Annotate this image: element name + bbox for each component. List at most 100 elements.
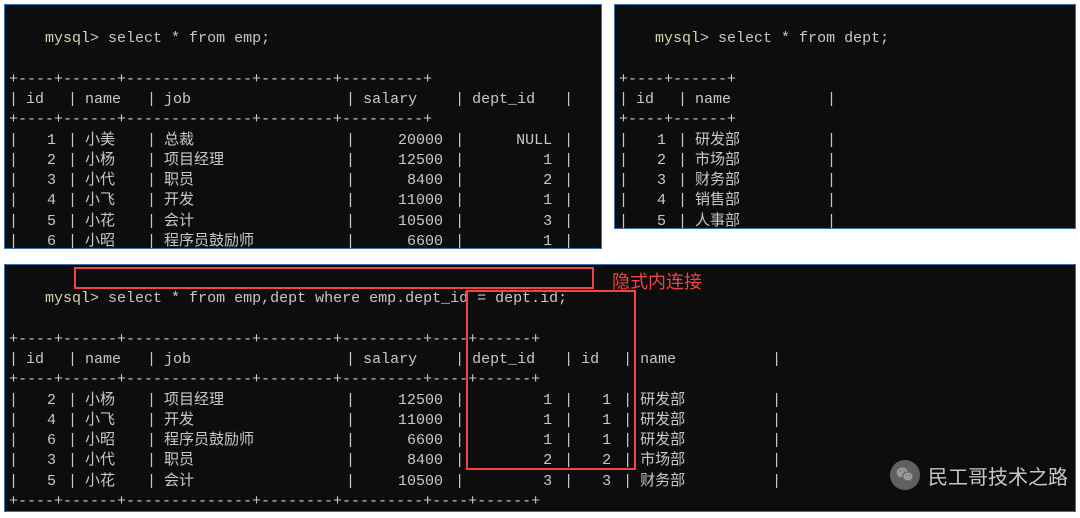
table-cell: name [632,350,772,370]
table-cell: 10500 [355,212,455,232]
table-cell: 小昭 [77,232,147,249]
table-header-row: |id|name|job|salary|dept_id| [9,90,601,110]
table-cell: 财务部 [687,171,827,191]
table-cell: 2 [464,451,564,471]
table-cell: 程序员鼓励师 [156,431,346,451]
table-cell: 1 [464,391,564,411]
table-cell: 项目经理 [156,151,346,171]
table-row: |4|小飞|开发|11000|1|1|研发部| [9,411,1075,431]
table-cell: 小美 [77,131,147,151]
table-cell: NULL [464,131,564,151]
table-cell: 1 [464,431,564,451]
table-cell: 小杨 [77,151,147,171]
table-cell: dept_id [464,350,564,370]
table-row: |3|财务部| [619,171,1075,191]
table-row: |3|小代|职员|8400|2| [9,171,601,191]
table-row: |6|小昭|程序员鼓励师|6600|1| [9,232,601,249]
table-cell: 职员 [156,171,346,191]
table-cell: 小杨 [77,391,147,411]
table-cell: 6 [18,232,68,249]
table-cell: 1 [573,431,623,451]
table-cell: 研发部 [632,391,772,411]
table-border-bottom: +----+------+--------------+--------+---… [9,492,1075,512]
table-cell: 小飞 [77,191,147,211]
table-cell: salary [355,350,455,370]
table-cell: 12500 [355,391,455,411]
table-cell: 市场部 [632,451,772,471]
table-cell: 2 [573,451,623,471]
table-cell: 8400 [355,451,455,471]
table-cell: 项目经理 [156,391,346,411]
table-cell: 研发部 [632,431,772,451]
table-header-row: |id|name| [619,90,1075,110]
table-row: |6|小昭|程序员鼓励师|6600|1|1|研发部| [9,431,1075,451]
table-cell: 销售部 [687,191,827,211]
table-border-top: +----+------+ [619,70,1075,90]
table-body: |1|研发部||2|市场部||3|财务部||4|销售部||5|人事部| [619,131,1075,230]
table-cell: 2 [628,151,678,171]
table-cell: 11000 [355,191,455,211]
table-cell: 3 [573,472,623,492]
table-cell: 2 [18,151,68,171]
table-row: |5|小花|会计|10500|3| [9,212,601,232]
wechat-icon [890,460,920,490]
sql-query: select * from dept; [718,30,889,47]
table-header-row: |id|name|job|salary|dept_id|id|name| [9,350,1075,370]
table-cell: 市场部 [687,151,827,171]
table-cell: 1 [464,232,564,249]
table-cell: 5 [18,472,68,492]
highlight-label: 隐式内连接 [612,268,702,294]
table-cell: 3 [18,451,68,471]
table-cell: 1 [464,151,564,171]
table-cell: salary [355,90,455,110]
table-cell: name [77,350,147,370]
table-cell: 3 [464,212,564,232]
table-cell: id [628,90,678,110]
table-border-top: +----+------+--------------+--------+---… [9,70,601,90]
table-cell: 程序员鼓励师 [156,232,346,249]
table-cell: 2 [18,391,68,411]
table-cell: 1 [573,411,623,431]
table-cell: 10500 [355,472,455,492]
table-cell: 小代 [77,451,147,471]
table-cell: 研发部 [632,411,772,431]
table-cell: 5 [628,212,678,230]
table-cell: 1 [464,191,564,211]
table-body: |1|小美|总裁|20000|NULL||2|小杨|项目经理|12500|1||… [9,131,601,250]
sql-query: select * from emp; [108,30,270,47]
table-cell: name [687,90,827,110]
table-cell: 1 [18,131,68,151]
table-cell: 职员 [156,451,346,471]
table-cell: id [573,350,623,370]
attribution: 民工哥技术之路 [890,460,1068,490]
table-border-mid: +----+------+--------------+--------+---… [9,370,1075,390]
table-cell: job [156,350,346,370]
table-border-mid: +----+------+--------------+--------+---… [9,110,601,130]
table-row: |1|研发部| [619,131,1075,151]
table-cell: dept_id [464,90,564,110]
table-cell: 8400 [355,171,455,191]
terminal-emp: mysql> select * from emp; +----+------+-… [4,4,602,249]
table-border-mid: +----+------+ [619,110,1075,130]
table-cell: 小飞 [77,411,147,431]
table-row: |4|销售部| [619,191,1075,211]
table-cell: 小昭 [77,431,147,451]
table-cell: 会计 [156,472,346,492]
prompt-line: mysql> select * from emp; [9,9,601,70]
table-cell: 会计 [156,212,346,232]
table-cell: 12500 [355,151,455,171]
table-cell: 1 [628,131,678,151]
table-cell: 财务部 [632,472,772,492]
table-cell: 研发部 [687,131,827,151]
mysql-prompt: mysql> [45,30,108,47]
table-row: |2|市场部| [619,151,1075,171]
table-cell: 11000 [355,411,455,431]
table-cell: 3 [464,472,564,492]
table-cell: job [156,90,346,110]
table-cell: 开发 [156,191,346,211]
table-cell: 20000 [355,131,455,151]
prompt-line: mysql> select * from emp,dept where emp.… [9,269,1075,330]
table-row: |4|小飞|开发|11000|1| [9,191,601,211]
table-cell: 4 [18,191,68,211]
table-cell: 1 [464,411,564,431]
